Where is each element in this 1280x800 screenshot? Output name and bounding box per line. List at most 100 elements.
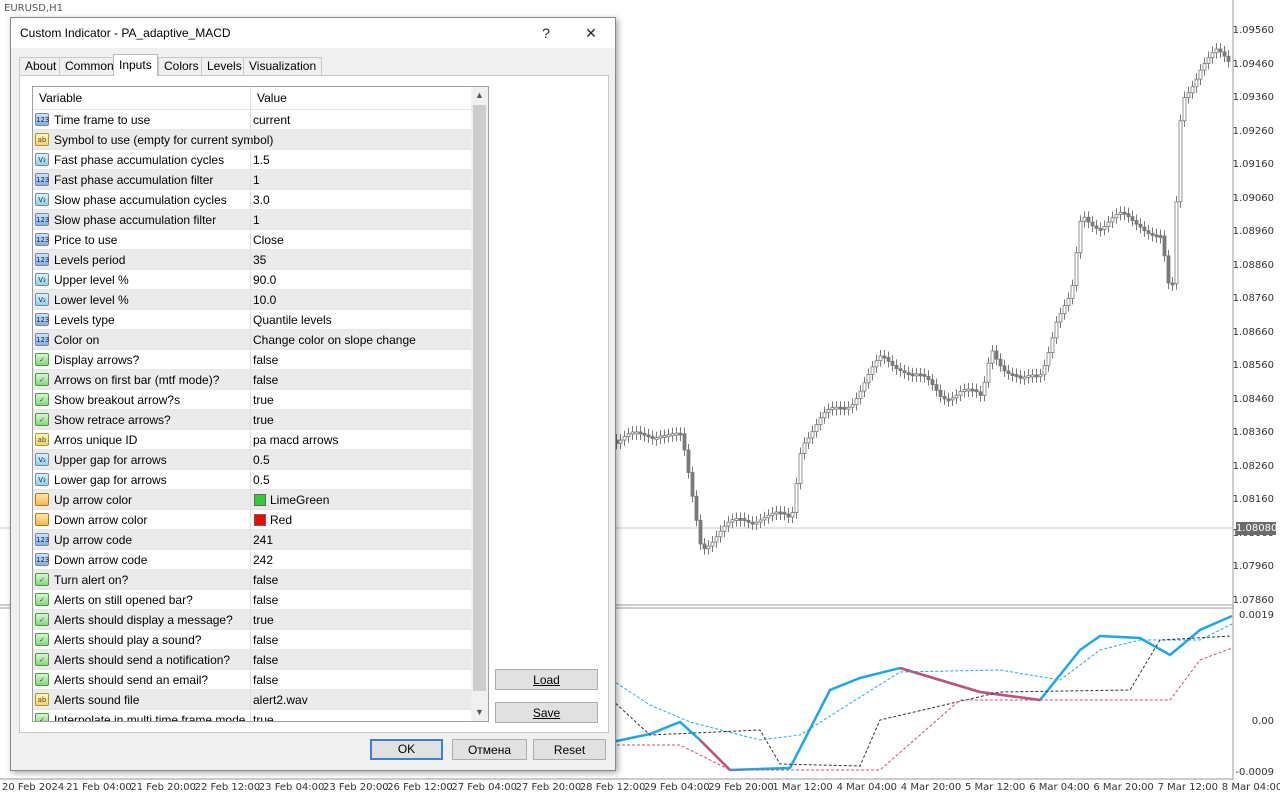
input-row[interactable]: V₂ Lower level % 10.0 xyxy=(33,289,471,310)
input-row[interactable]: 123 Time frame to use current xyxy=(33,109,471,130)
input-value[interactable]: 1.5 xyxy=(253,153,270,167)
tab-levels[interactable]: Levels xyxy=(201,57,248,75)
reset-button[interactable]: Reset xyxy=(533,739,606,760)
candle-body xyxy=(778,511,783,515)
candle-body xyxy=(1178,120,1183,203)
input-value[interactable]: false xyxy=(253,673,278,687)
dbl-type-icon: V₂ xyxy=(35,453,49,466)
input-value[interactable]: false xyxy=(253,633,278,647)
input-row[interactable]: ✓ Turn alert on? false xyxy=(33,569,471,590)
input-variable-name: Down arrow color xyxy=(54,513,148,527)
input-value[interactable]: 0.5 xyxy=(253,473,270,487)
grid-scrollbar[interactable]: ▲ ▼ xyxy=(471,87,488,721)
input-variable-name: Slow phase accumulation filter xyxy=(54,213,217,227)
candle-body xyxy=(946,398,951,402)
input-value[interactable]: 10.0 xyxy=(253,293,276,307)
input-row[interactable]: V₂ Lower gap for arrows 0.5 xyxy=(33,469,471,490)
input-value[interactable]: 1 xyxy=(253,213,260,227)
color-swatch[interactable] xyxy=(254,494,266,506)
input-value[interactable]: pa macd arrows xyxy=(253,433,338,447)
input-value[interactable]: LimeGreen xyxy=(270,493,329,507)
input-row[interactable]: ✓ Alerts should send a notification? false xyxy=(33,649,471,670)
scroll-up-icon[interactable]: ▲ xyxy=(471,87,488,104)
input-row[interactable]: 123 Fast phase accumulation filter 1 xyxy=(33,169,471,190)
tab-about[interactable]: About xyxy=(19,57,63,75)
input-row[interactable]: 123 Levels type Quantile levels xyxy=(33,309,471,330)
candle-body xyxy=(1074,252,1079,286)
candle-body xyxy=(1202,63,1207,71)
input-value[interactable]: false xyxy=(253,373,278,387)
input-value[interactable]: 1 xyxy=(253,173,260,187)
input-row[interactable]: V₂ Upper gap for arrows 0.5 xyxy=(33,449,471,470)
bool-type-icon: ✓ xyxy=(35,633,49,646)
tab-common[interactable]: Common xyxy=(59,57,120,75)
input-row[interactable]: Down arrow color Red xyxy=(33,509,471,530)
input-row[interactable]: 123 Slow phase accumulation filter 1 xyxy=(33,209,471,230)
input-row[interactable]: ✓ Alerts should play a sound? false xyxy=(33,629,471,650)
input-value[interactable]: false xyxy=(253,573,278,587)
input-row[interactable]: ✓ Alerts should send an email? false xyxy=(33,669,471,690)
input-row[interactable]: 123 Up arrow code 241 xyxy=(33,529,471,550)
load-button[interactable]: Load xyxy=(495,669,598,690)
input-row[interactable]: 123 Levels period 35 xyxy=(33,249,471,270)
input-row[interactable]: V₂ Upper level % 90.0 xyxy=(33,269,471,290)
input-value[interactable]: Quantile levels xyxy=(253,313,332,327)
dialog-titlebar[interactable]: Custom Indicator - PA_adaptive_MACD ? ✕ xyxy=(11,18,615,48)
input-row[interactable]: 123 Down arrow code 242 xyxy=(33,549,471,570)
input-row[interactable]: ab Alerts sound file alert2.wav xyxy=(33,689,471,710)
input-value[interactable]: true xyxy=(253,713,274,721)
column-header-value[interactable]: Value xyxy=(257,91,287,105)
close-icon[interactable]: ✕ xyxy=(577,22,605,44)
input-row[interactable]: V₂ Fast phase accumulation cycles 1.5 xyxy=(33,149,471,170)
tab-visualization[interactable]: Visualization xyxy=(243,57,323,75)
candle-body xyxy=(1042,365,1047,376)
save-button[interactable]: Save xyxy=(495,702,598,723)
ok-button[interactable]: OK xyxy=(370,739,443,760)
input-row[interactable]: ab Symbol to use (empty for current symbo… xyxy=(33,129,471,150)
input-value[interactable]: 35 xyxy=(253,253,266,267)
scroll-down-icon[interactable]: ▼ xyxy=(471,704,488,721)
input-row[interactable]: ab Arros unique ID pa macd arrows xyxy=(33,429,471,450)
candle-body xyxy=(678,432,683,436)
candle-body xyxy=(970,388,975,392)
input-value[interactable]: 3.0 xyxy=(253,193,270,207)
input-value[interactable]: 90.0 xyxy=(253,273,276,287)
input-value[interactable]: 241 xyxy=(253,533,273,547)
input-row[interactable]: ✓ Show retrace arrows? true xyxy=(33,409,471,430)
tab-inputs[interactable]: Inputs xyxy=(113,54,158,76)
input-variable-name: Upper gap for arrows xyxy=(54,453,167,467)
input-row[interactable]: ✓ Alerts should display a message? true xyxy=(33,609,471,630)
input-row[interactable]: ✓ Arrows on first bar (mtf mode)? false xyxy=(33,369,471,390)
input-value[interactable]: Close xyxy=(253,233,284,247)
input-row[interactable]: ✓ Display arrows? false xyxy=(33,349,471,370)
input-value[interactable]: Red xyxy=(270,513,292,527)
input-row[interactable]: ✓ Show breakout arrow?s true xyxy=(33,389,471,410)
help-button[interactable]: ? xyxy=(532,22,560,44)
cancel-button[interactable]: Отмена xyxy=(452,739,527,760)
input-value[interactable]: true xyxy=(253,393,274,407)
color-swatch[interactable] xyxy=(254,514,266,526)
column-divider[interactable] xyxy=(250,87,251,109)
input-variable-name: Up arrow code xyxy=(54,533,133,547)
input-value[interactable]: true xyxy=(253,613,274,627)
input-value[interactable]: current xyxy=(253,113,290,127)
tab-colors[interactable]: Colors xyxy=(158,57,205,75)
scroll-thumb[interactable] xyxy=(473,105,486,691)
input-value[interactable]: false xyxy=(253,653,278,667)
input-row[interactable]: ✓ Alerts on still opened bar? false xyxy=(33,589,471,610)
input-value[interactable]: 242 xyxy=(253,553,273,567)
input-value[interactable]: alert2.wav xyxy=(253,693,308,707)
dbl-type-icon: V₂ xyxy=(35,473,49,486)
column-header-variable[interactable]: Variable xyxy=(39,91,82,105)
input-value[interactable]: false xyxy=(253,593,278,607)
input-value[interactable]: Change color on slope change xyxy=(253,333,416,347)
input-row[interactable]: 123 Price to use Close xyxy=(33,229,471,250)
input-row[interactable]: ✓ Interpolate in multi time frame mode tru… xyxy=(33,709,471,721)
input-row[interactable]: Up arrow color LimeGreen xyxy=(33,489,471,510)
input-row[interactable]: 123 Color on Change color on slope change xyxy=(33,329,471,350)
input-value[interactable]: false xyxy=(253,353,278,367)
input-value[interactable]: true xyxy=(253,413,274,427)
input-row[interactable]: V₂ Slow phase accumulation cycles 3.0 xyxy=(33,189,471,210)
input-value[interactable]: 0.5 xyxy=(253,453,270,467)
column-divider xyxy=(250,490,251,510)
